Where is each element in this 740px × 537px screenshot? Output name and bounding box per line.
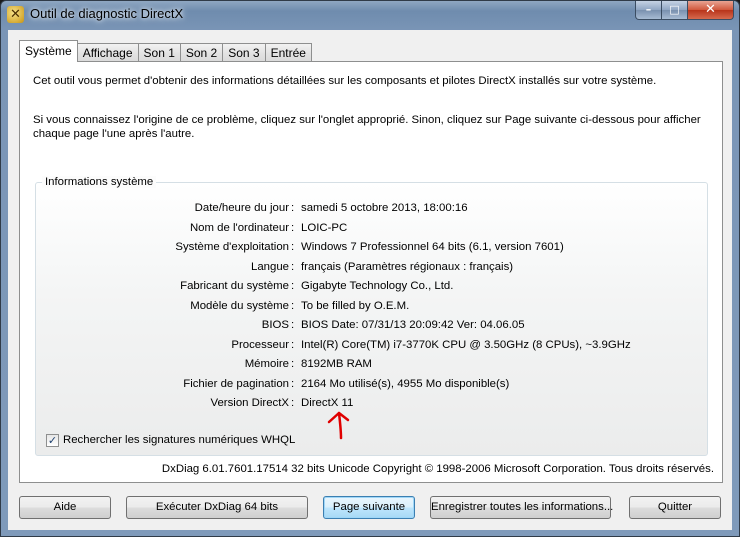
close-button[interactable]: ✕: [688, 1, 734, 20]
info-label: Langue: [250, 260, 289, 273]
tab-son-1[interactable]: Son 1: [137, 43, 181, 62]
info-value: samedi 5 octobre 2013, 18:00:16: [301, 202, 468, 214]
red-arrow-icon: [327, 411, 350, 440]
help-button[interactable]: Aide: [19, 496, 111, 519]
info-separator: :: [291, 338, 295, 351]
info-row-processor: Processeur : Intel(R) Core(TM) i7-3770K …: [36, 339, 709, 355]
info-value: BIOS Date: 07/31/13 20:09:42 Ver: 04.06.…: [301, 319, 525, 331]
info-label: BIOS: [261, 319, 289, 331]
info-row-computer-name: Nom de l'ordinateur : LOIC-PC: [36, 222, 709, 238]
next-page-button[interactable]: Page suivante: [323, 496, 415, 519]
info-label: Fabricant du système: [180, 280, 289, 292]
info-value: DirectX 11: [301, 397, 354, 409]
run-64bit-button[interactable]: Exécuter DxDiag 64 bits: [126, 496, 308, 519]
instructions-text: Si vous connaissez l'origine de ce probl…: [33, 114, 701, 140]
info-label: Fichier de pagination: [183, 377, 289, 390]
tab-strip: Système Affichage Son 1 Son 2 Son 3 Entr…: [19, 40, 312, 62]
info-separator: :: [291, 241, 295, 253]
system-tab-panel: Cet outil vous permet d'obtenir des info…: [19, 61, 723, 483]
info-label: Mémoire: [244, 358, 289, 370]
caption-buttons: – □ ✕: [635, 1, 734, 21]
info-label: Modèle du système: [190, 299, 289, 312]
info-value: Intel(R) Core(TM) i7-3770K CPU @ 3.50GHz…: [301, 338, 631, 351]
info-row-language: Langue : français (Paramètres régionaux …: [36, 261, 709, 277]
info-row-date: Date/heure du jour : samedi 5 octobre 20…: [36, 202, 709, 218]
save-all-info-button[interactable]: Enregistrer toutes les informations...: [430, 496, 613, 519]
tab-entree[interactable]: Entrée: [264, 43, 312, 62]
tab-son-2[interactable]: Son 2: [179, 43, 224, 62]
info-row-model: Modèle du système : To be filled by O.E.…: [36, 300, 709, 316]
info-row-bios: BIOS : BIOS Date: 07/31/13 20:09:42 Ver:…: [36, 319, 709, 335]
whql-checkbox-label[interactable]: Rechercher les signatures numériques WHQ…: [63, 434, 295, 446]
maximize-button[interactable]: □: [662, 1, 688, 20]
tab-son-3[interactable]: Son 3: [222, 43, 266, 62]
info-value: To be filled by O.E.M.: [301, 299, 410, 312]
copyright-text: DxDiag 6.01.7601.17514 32 bits Unicode C…: [161, 463, 714, 475]
info-label: Processeur: [231, 338, 289, 351]
info-separator: :: [291, 260, 295, 273]
info-value: 8192MB RAM: [301, 358, 372, 370]
dxdiag-icon: ✕: [7, 6, 24, 23]
info-separator: :: [291, 299, 295, 312]
info-row-directx-version: Version DirectX : DirectX 11: [36, 397, 709, 413]
system-info-group: Informations système Date/heure du jour …: [35, 176, 709, 456]
info-label: Nom de l'ordinateur: [189, 221, 289, 234]
info-value: 2164 Mo utilisé(s), 4955 Mo disponible(s…: [301, 377, 510, 390]
group-title: Informations système: [42, 176, 157, 188]
title-bar[interactable]: ✕ Outil de diagnostic DirectX – □ ✕: [1, 1, 739, 29]
tab-systeme[interactable]: Système: [19, 40, 78, 62]
dxdiag-window: ✕ Outil de diagnostic DirectX – □ ✕ Syst…: [0, 0, 740, 537]
info-value: LOIC-PC: [301, 221, 348, 234]
info-separator: :: [291, 319, 295, 331]
info-row-memory: Mémoire : 8192MB RAM: [36, 358, 709, 374]
quit-button[interactable]: Quitter: [629, 496, 721, 519]
info-value: Gigabyte Technology Co., Ltd.: [301, 280, 454, 292]
info-separator: :: [291, 397, 295, 409]
info-separator: :: [291, 221, 295, 234]
whql-checkbox-row[interactable]: ✓ Rechercher les signatures numériques W…: [46, 432, 295, 448]
info-row-os: Système d'exploitation : Windows 7 Profe…: [36, 241, 709, 257]
info-separator: :: [291, 358, 295, 370]
info-separator: :: [291, 280, 295, 292]
intro-text: Cet outil vous permet d'obtenir des info…: [33, 75, 657, 87]
button-bar: Aide Exécuter DxDiag 64 bits Page suivan…: [8, 496, 732, 520]
info-value: français (Paramètres régionaux : françai…: [301, 260, 514, 273]
tab-affichage[interactable]: Affichage: [76, 43, 139, 62]
info-label: Date/heure du jour: [194, 202, 289, 214]
minimize-button[interactable]: –: [635, 1, 662, 20]
info-value: Windows 7 Professionnel 64 bits (6.1, ve…: [301, 241, 564, 253]
info-row-manufacturer: Fabricant du système : Gigabyte Technolo…: [36, 280, 709, 296]
window-title: Outil de diagnostic DirectX: [30, 6, 184, 21]
info-row-pagefile: Fichier de pagination : 2164 Mo utilisé(…: [36, 378, 709, 394]
info-separator: :: [291, 377, 295, 390]
whql-checkbox[interactable]: ✓: [46, 433, 59, 447]
info-label: Version DirectX: [210, 397, 290, 409]
info-separator: :: [291, 202, 295, 214]
info-label: Système d'exploitation: [175, 241, 289, 253]
client-area: Système Affichage Son 1 Son 2 Son 3 Entr…: [8, 30, 732, 530]
